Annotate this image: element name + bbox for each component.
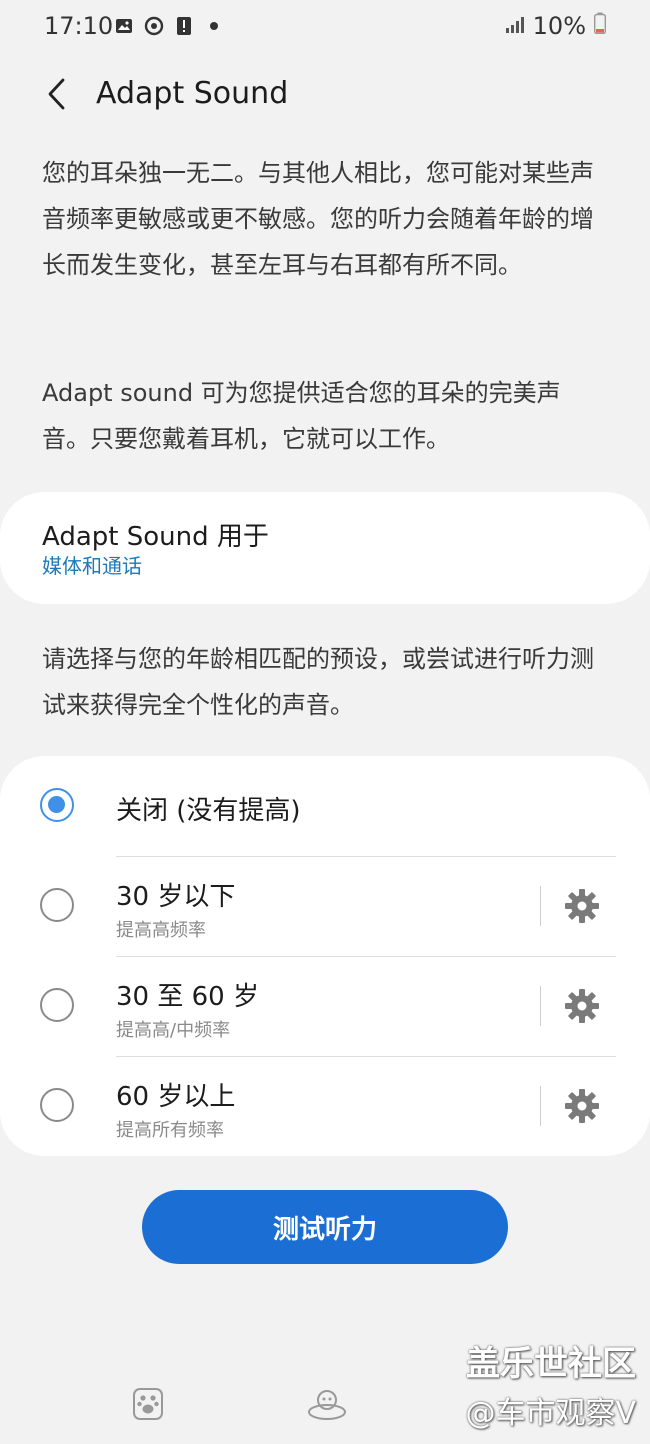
vertical-divider [540, 1086, 541, 1126]
status-right: 10% [505, 12, 607, 40]
gear-icon [565, 889, 599, 923]
battery-text: 10% [532, 12, 586, 40]
chevron-left-icon [48, 78, 65, 110]
status-bar: 17:10 10% [0, 0, 650, 56]
radio-button[interactable] [40, 1088, 74, 1122]
image-icon [114, 16, 134, 36]
vertical-divider [540, 886, 541, 926]
option-30-to-60[interactable]: 30 至 60 岁 提高高/中频率 [0, 956, 650, 1056]
usage-setting-title: Adapt Sound 用于 [42, 522, 269, 552]
intro-paragraph-2: Adapt sound 可为您提供适合您的耳朵的完美声音。只要您戴着耳机，它就可… [42, 379, 561, 453]
mascot-icon [306, 1386, 348, 1422]
option-label: 30 岁以下 [116, 882, 236, 912]
divider [116, 856, 616, 857]
radio-button[interactable] [40, 988, 74, 1022]
option-under-30[interactable]: 30 岁以下 提高高频率 [0, 856, 650, 956]
test-hearing-button[interactable]: 测试听力 [142, 1190, 508, 1264]
signal-icon [505, 12, 525, 40]
option-description: 提高所有频率 [116, 1120, 224, 1141]
app-header: Adapt Sound [0, 70, 650, 120]
divider [116, 1056, 616, 1057]
vertical-divider [540, 986, 541, 1026]
notification-icons [114, 16, 224, 36]
battery-icon [593, 12, 607, 40]
page-title: Adapt Sound [96, 76, 289, 111]
preset-options-list: 关闭 (没有提高) 30 岁以下 提高高频率 30 至 60 岁 提高高/中频率… [0, 756, 650, 1156]
usage-setting-value: 媒体和通话 [42, 554, 142, 578]
option-label: 60 岁以上 [116, 1082, 236, 1112]
radio-button-selected[interactable] [40, 788, 74, 822]
settings-button[interactable] [562, 1086, 602, 1126]
settings-button[interactable] [562, 886, 602, 926]
status-time: 17:10 [44, 12, 114, 40]
settings-button[interactable] [562, 986, 602, 1026]
intro-paragraph-1: 您的耳朵独一无二。与其他人相比，您可能对某些声音频率更敏感或更不敏感。您的听力会… [42, 159, 594, 279]
gear-icon [565, 1089, 599, 1123]
alert-icon [174, 16, 194, 36]
option-description: 提高高/中频率 [116, 1020, 231, 1041]
radio-button[interactable] [40, 888, 74, 922]
sync-icon [144, 16, 164, 36]
dot-icon [204, 16, 224, 36]
option-off[interactable]: 关闭 (没有提高) [0, 756, 650, 856]
usage-setting[interactable]: Adapt Sound 用于 媒体和通话 [0, 492, 650, 604]
gear-icon [565, 989, 599, 1023]
option-label: 关闭 (没有提高) [116, 796, 301, 826]
option-label: 30 至 60 岁 [116, 982, 259, 1012]
watermark-line-2: @车市观察V [465, 1396, 636, 1431]
divider [116, 956, 616, 957]
watermark-line-1: 盖乐世社区 [466, 1344, 636, 1384]
back-button[interactable] [34, 72, 78, 116]
option-description: 提高高频率 [116, 920, 206, 941]
option-over-60[interactable]: 60 岁以上 提高所有频率 [0, 1056, 650, 1156]
preset-hint: 请选择与您的年龄相匹配的预设，或尝试进行听力测试来获得完全个性化的声音。 [42, 645, 594, 719]
paw-icon [130, 1386, 166, 1422]
